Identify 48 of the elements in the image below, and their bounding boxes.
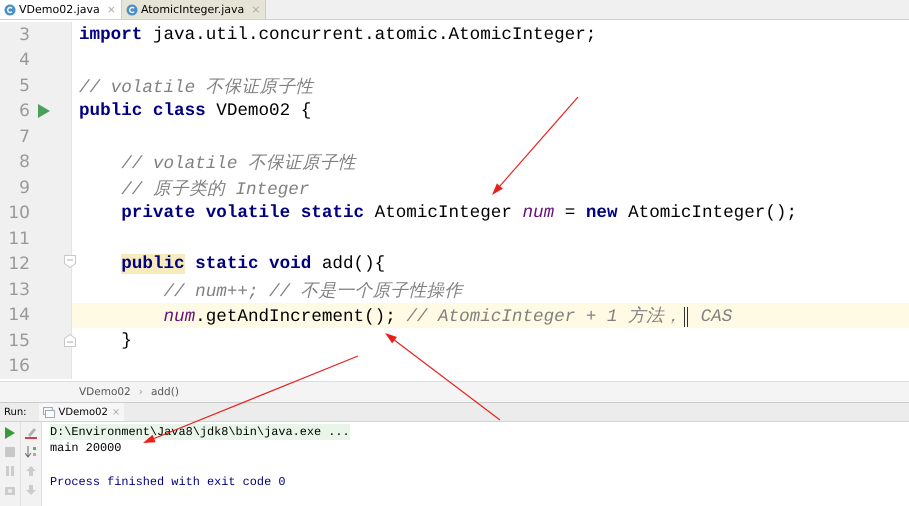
code-line: public static void add(){ [121,254,386,274]
console-line: Process finished with exit code 0 [50,474,286,490]
line-number: 8 [18,152,30,172]
console-line: main 20000 [50,440,122,456]
class-file-icon [4,4,16,16]
class-file-icon [126,4,138,16]
code-line: num.getAndIncrement(); // AtomicInteger + 1 方法， CAS [163,305,732,328]
code-line: // 原子类的 Integer [121,178,310,200]
line-number: 11 [7,228,30,249]
camera-icon[interactable] [4,484,16,496]
code-line: private volatile static AtomicInteger num = new AtomicInteger(); [121,203,798,224]
line-number: 10 [7,203,30,224]
line-number: 3 [18,24,30,45]
window-icon [42,406,55,418]
separator-icon: › [138,386,143,398]
code-line: // volatile 不保证原子性 [79,76,314,98]
code-line: public class VDemo02 { [79,101,312,122]
code-line: import java.util.concurrent.atomic.AtomicInteger; [79,24,596,45]
line-number: 14 [7,305,30,326]
line-number: 7 [18,126,30,147]
line-number: 9 [18,178,30,198]
code-line: } [121,330,132,351]
line-number: 13 [7,280,30,300]
line-number: 6 [18,101,30,122]
line-number: 16 [7,356,30,376]
run-icon[interactable] [38,104,50,118]
sort-icon[interactable] [25,446,37,458]
clear-icon[interactable] [25,427,37,439]
code-line: // num++; // 不是一个原子性操作 [163,280,463,302]
pause-icon[interactable] [4,465,16,477]
fold-icon[interactable] [64,254,76,268]
file-tab[interactable]: VDemo02.java × [0,0,122,19]
rerun-icon[interactable] [4,427,16,439]
file-tab[interactable]: AtomicInteger.java × [122,0,266,19]
text-cursor-icon [684,306,688,327]
up-arrow-icon[interactable] [25,465,37,477]
run-tab[interactable]: VDemo02 × [38,403,124,421]
run-label: Run: [4,406,27,418]
fold-icon[interactable] [64,334,76,348]
line-number: 5 [18,76,30,96]
line-number: 12 [7,254,30,274]
line-number: 4 [18,50,30,70]
line-number: 15 [7,330,30,351]
code-line: // volatile 不保证原子性 [121,152,356,174]
down-arrow-icon[interactable] [25,484,37,496]
stop-icon[interactable] [4,446,16,458]
breadcrumb[interactable]: VDemo02 [79,386,131,398]
breadcrumb[interactable]: add() [150,386,179,398]
